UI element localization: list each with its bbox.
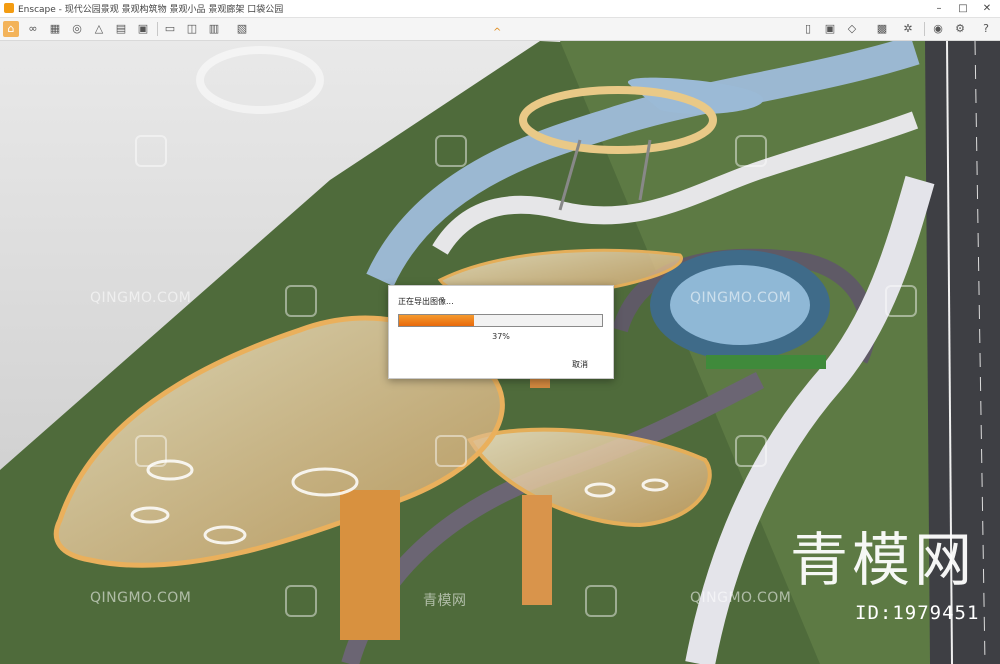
help-icon[interactable]: ? xyxy=(978,21,994,37)
export-exe-icon[interactable]: ▧ xyxy=(234,21,250,37)
binoculars-icon[interactable]: ◎ xyxy=(69,21,85,37)
watermark-cn-text: 青模网 xyxy=(423,593,467,609)
clapper-icon[interactable]: ▣ xyxy=(135,21,151,37)
watermark-logo-icon xyxy=(585,585,617,617)
bim-icon[interactable]: ▦ xyxy=(47,21,63,37)
dialog-title: 正在导出图像... xyxy=(398,297,454,306)
brand-watermark: 青模网 xyxy=(790,526,977,594)
watermark-text: QINGMO.COM xyxy=(690,590,792,606)
canopy-trunk-right xyxy=(522,495,552,605)
export-panorama-icon[interactable]: ◫ xyxy=(184,21,200,37)
toolbar-separator xyxy=(924,22,925,36)
assets-icon[interactable]: ▣ xyxy=(822,21,838,37)
watermark-logo-icon xyxy=(735,135,767,167)
minimize-button[interactable]: – xyxy=(928,0,950,17)
watermark-logo-icon xyxy=(135,135,167,167)
watermark-logo-icon xyxy=(885,285,917,317)
progress-percent: 37% xyxy=(492,332,510,341)
hedge xyxy=(706,355,826,369)
link-icon[interactable]: ∞ xyxy=(25,21,41,37)
bell-icon[interactable]: △ xyxy=(91,21,107,37)
cube-icon[interactable]: ◇ xyxy=(844,21,860,37)
progress-bar-fill xyxy=(399,315,475,326)
watermark-text: QINGMO.COM xyxy=(90,290,192,306)
watermark-logo-icon xyxy=(435,135,467,167)
title-bar: Enscape - 现代公园景观 景观构筑物 景观小品 景观廊架 口袋公园 – … xyxy=(0,0,1000,18)
export-video-icon[interactable]: ▥ xyxy=(206,21,222,37)
book-icon[interactable]: ▯ xyxy=(800,21,816,37)
toolbar-separator xyxy=(157,22,158,36)
watermark-logo-icon xyxy=(435,435,467,467)
close-button[interactable]: ✕ xyxy=(976,0,998,17)
cancel-button[interactable]: 取消 xyxy=(572,359,588,370)
watermark-logo-icon xyxy=(135,435,167,467)
maximize-button[interactable]: □ xyxy=(952,0,974,17)
collapse-toolbar-icon[interactable]: ^ xyxy=(493,27,501,38)
window-title: Enscape - 现代公园景观 景观构筑物 景观小品 景观廊架 口袋公园 xyxy=(18,5,284,15)
watermark-id: ID:1979451 xyxy=(855,602,980,624)
gear-icon[interactable]: ⚙ xyxy=(952,21,968,37)
watermark-logo-icon xyxy=(735,435,767,467)
export-image-icon[interactable]: ▭ xyxy=(162,21,178,37)
canopy-trunk-main xyxy=(340,490,400,640)
watermark-logo-icon xyxy=(285,285,317,317)
home-icon[interactable]: ⌂ xyxy=(3,21,19,37)
materials-icon[interactable]: ▩ xyxy=(874,21,890,37)
grid-icon[interactable]: ▤ xyxy=(113,21,129,37)
watermark-text: QINGMO.COM xyxy=(90,590,192,606)
export-progress-dialog: 正在导出图像... 37% 取消 xyxy=(388,285,614,379)
progress-bar xyxy=(398,314,603,327)
settings-gear-icon[interactable]: ✲ xyxy=(900,21,916,37)
watermark-logo-icon xyxy=(285,585,317,617)
visibility-icon[interactable]: ◉ xyxy=(930,21,946,37)
watermark-text: QINGMO.COM xyxy=(690,290,792,306)
enscape-logo-icon xyxy=(4,3,14,13)
